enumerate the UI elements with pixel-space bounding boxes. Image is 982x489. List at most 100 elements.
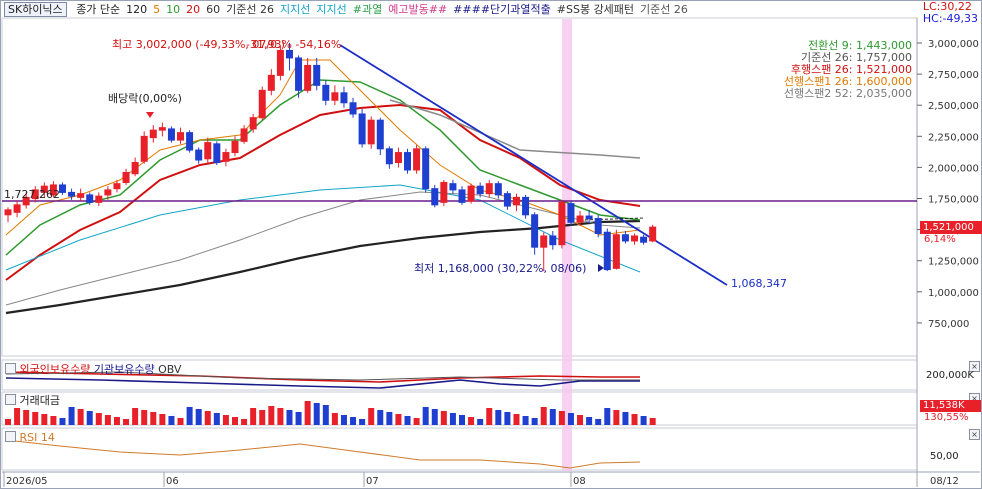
candle-body <box>431 188 439 206</box>
volume-bar <box>68 407 75 425</box>
volume-bar <box>504 412 511 425</box>
candle-body <box>358 113 366 145</box>
volume-bar <box>440 411 447 425</box>
volume-bar <box>123 419 130 425</box>
hline-label: 1,727,262 <box>4 188 60 201</box>
volume-bar <box>413 418 420 425</box>
volume-bar <box>204 411 211 425</box>
volume-bar <box>359 419 366 425</box>
volume-bar <box>477 419 484 425</box>
price-tick-label: 1,750,000 <box>928 195 979 206</box>
indicator3-toggle[interactable] <box>5 431 16 442</box>
candle-body <box>158 127 166 131</box>
candle-body <box>213 143 221 164</box>
price-tick-label: 2,500,000 <box>928 101 979 112</box>
indicator1-toggle[interactable] <box>5 363 16 374</box>
price-tick-label: 750,000 <box>928 319 969 330</box>
trendline-end-label: 1,068,347 <box>731 277 787 290</box>
candle-body <box>149 129 157 139</box>
candle-body <box>594 218 602 234</box>
candle-body <box>131 162 139 175</box>
candle-body <box>322 84 330 101</box>
volume-bar <box>404 416 411 425</box>
candle-body <box>349 102 357 115</box>
candle-body <box>331 92 339 101</box>
candle-body <box>13 204 21 213</box>
candle-body <box>68 191 76 197</box>
candle-body <box>376 119 384 150</box>
candle-body <box>4 209 12 216</box>
candle-body <box>494 183 502 196</box>
indicator-series <box>5 371 656 469</box>
volume-bar <box>150 412 157 425</box>
candle-body <box>440 181 448 203</box>
indicator2-axis-pct: 130,55% <box>924 412 969 423</box>
volume-bar <box>558 411 565 425</box>
indicator3-close-button[interactable]: × <box>969 429 980 440</box>
candle-body <box>58 184 66 193</box>
indicator1-series-label[interactable]: 기관보유수량 <box>94 363 158 376</box>
candle-body <box>476 185 484 195</box>
volume-bar <box>631 414 638 425</box>
volume-bar <box>595 419 602 425</box>
candle-body <box>276 49 284 76</box>
volume-bar <box>468 417 475 425</box>
volume-bar <box>104 415 111 425</box>
indicator1-series-label[interactable]: OBV <box>158 363 181 376</box>
candle-body <box>86 194 94 203</box>
volume-bar <box>604 408 611 425</box>
candle-body <box>531 214 539 248</box>
volume-bar <box>259 410 266 425</box>
candle-body <box>258 89 266 119</box>
candle-body <box>122 171 130 183</box>
volume-bar <box>368 408 375 425</box>
candle-body <box>404 152 412 171</box>
volume-bar <box>186 407 193 425</box>
ichimoku-label: 선행스팬2 52: 2,035,000 <box>783 87 912 100</box>
volume-bar <box>277 408 284 425</box>
indicator3-legend: RSI 14 <box>5 430 55 444</box>
volume-bar <box>295 412 302 425</box>
price-tick-label: 1,000,000 <box>928 288 979 299</box>
volume-bar <box>449 413 456 425</box>
volume-bar <box>577 415 584 425</box>
volume-bar <box>531 418 538 425</box>
candle-body <box>240 128 248 142</box>
high-overlap-annotation: -31,93% -54,16% <box>246 38 342 51</box>
indicator2-toggle[interactable] <box>5 394 16 405</box>
indicator1-series-label[interactable]: 외국인보유수량 <box>20 363 94 376</box>
volume-bar <box>549 409 556 425</box>
volume-bar <box>640 416 647 425</box>
candle-body <box>649 226 657 242</box>
volume-bar <box>268 406 275 425</box>
indicator2-axis-box: 11,538K <box>920 400 981 412</box>
ex-dividend-annotation: 배당락(0,00%) <box>108 92 182 105</box>
volume-bar <box>286 410 293 425</box>
volume-bar <box>23 410 30 425</box>
candle-body <box>522 196 530 216</box>
volume-bar <box>340 415 347 425</box>
volume-bar <box>213 413 220 425</box>
price-tick-label: 1,250,000 <box>928 257 979 268</box>
candle-body <box>503 193 511 207</box>
price-panel <box>1 17 918 357</box>
candle-body <box>640 236 648 243</box>
volume-bar <box>222 415 229 425</box>
candle-body <box>558 201 566 246</box>
candle-body <box>285 49 293 59</box>
candle-body <box>195 149 203 161</box>
candle-body <box>631 235 639 242</box>
candle-body <box>603 231 611 271</box>
candle-body <box>585 215 593 220</box>
candle-body <box>467 185 475 202</box>
current-price-box: 1,521,000 <box>920 221 982 234</box>
volume-bar <box>77 409 84 425</box>
volume-bar <box>586 417 593 425</box>
volume-bar <box>304 401 311 425</box>
ex-dividend-arrow-icon <box>146 112 154 118</box>
candle-body <box>140 135 148 162</box>
low-arrow-icon <box>598 264 604 272</box>
current-change-label: 6,14% <box>924 234 956 245</box>
candle-body <box>295 57 303 91</box>
candle-body <box>231 140 239 154</box>
